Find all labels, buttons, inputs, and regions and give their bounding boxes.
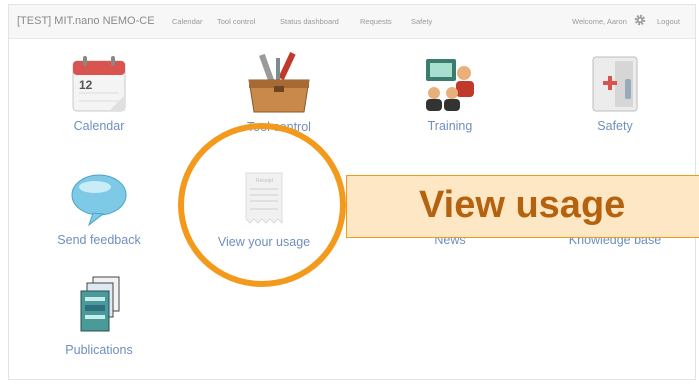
callout-banner: View usage	[346, 175, 699, 238]
calendar-day: 12	[79, 78, 93, 92]
brand-link[interactable]: [TEST] MIT.nano NEMO-CE	[17, 15, 155, 27]
logout-link[interactable]: Logout	[657, 17, 680, 26]
calendar-label: Calendar	[73, 119, 125, 133]
gear-icon[interactable]	[633, 13, 647, 27]
calendar-icon: 12	[72, 56, 126, 112]
callout-text: View usage	[419, 184, 626, 226]
send-feedback-label: Send feedback	[57, 233, 141, 247]
nav-requests[interactable]: Requests	[360, 17, 392, 26]
safety-label: Safety	[597, 119, 633, 133]
publications-tile[interactable]: Publications	[34, 275, 164, 357]
highlight-circle	[178, 123, 346, 287]
top-navbar: [TEST] MIT.nano NEMO-CE Calendar Tool co…	[9, 5, 695, 39]
first-aid-icon	[592, 56, 638, 112]
nav-status-dashboard[interactable]: Status dashboard	[280, 17, 339, 26]
training-label: Training	[427, 119, 473, 133]
nav-tool-control[interactable]: Tool control	[217, 17, 255, 26]
tool-control-tile[interactable]: Tool control	[214, 50, 344, 134]
nav-safety[interactable]: Safety	[411, 17, 432, 26]
training-icon	[426, 59, 474, 111]
send-feedback-tile[interactable]: Send feedback	[34, 169, 164, 247]
welcome-text: Welcome, Aaron	[572, 17, 627, 26]
speech-bubble-icon	[71, 174, 127, 227]
calendar-tile[interactable]: 12 Calendar	[34, 53, 164, 133]
publications-icon	[80, 276, 120, 332]
nav-calendar[interactable]: Calendar	[172, 17, 202, 26]
safety-tile[interactable]: Safety	[550, 53, 680, 133]
training-tile[interactable]: Training	[385, 53, 515, 133]
toolbox-icon	[248, 52, 310, 113]
publications-label: Publications	[65, 343, 133, 357]
